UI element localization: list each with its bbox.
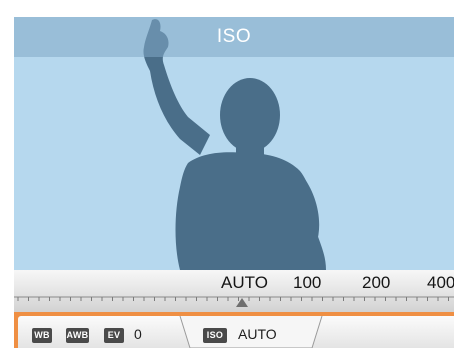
mode-title: ISO	[216, 26, 252, 47]
iso-scale[interactable]: AUTO 100 200 400	[14, 270, 454, 315]
iso-option-100[interactable]: 100	[293, 273, 321, 293]
iso-option-auto[interactable]: AUTO	[221, 273, 268, 293]
awb-icon[interactable]: AWB	[66, 328, 89, 343]
wb-icon[interactable]: WB	[32, 328, 52, 343]
iso-value: AUTO	[238, 326, 277, 342]
settings-panel: WB AWB EV 0 ISO AUTO	[18, 316, 454, 348]
camera-screen: ISO AUTO 100 200 400 WB AWB EV 0 ISO AUT…	[0, 0, 454, 348]
bottom-settings-bar: WB AWB EV 0 ISO AUTO	[14, 312, 454, 348]
iso-icon[interactable]: ISO	[203, 328, 227, 343]
title-bar: ISO	[14, 17, 454, 57]
ev-icon[interactable]: EV	[104, 328, 124, 343]
iso-option-200[interactable]: 200	[362, 273, 390, 293]
viewfinder: ISO	[14, 17, 454, 270]
ev-value: 0	[134, 326, 142, 342]
scale-ticks	[14, 296, 454, 301]
scale-pointer-icon	[236, 298, 248, 307]
iso-option-400[interactable]: 400	[427, 273, 454, 293]
